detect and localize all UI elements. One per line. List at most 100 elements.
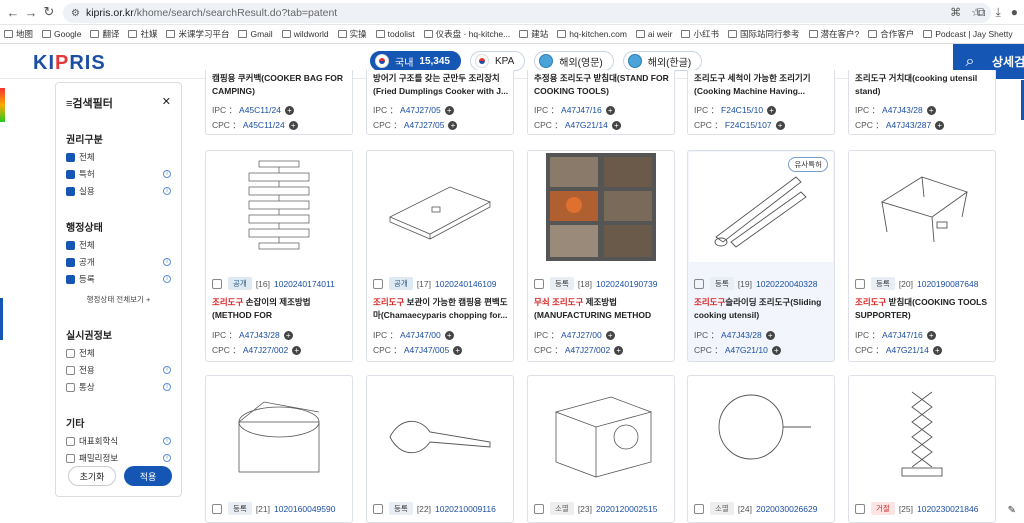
plus-icon[interactable]: + [771, 345, 781, 355]
filter-checkbox-row[interactable]: 패밀리정보 i [66, 452, 171, 464]
plus-icon[interactable]: + [288, 120, 298, 130]
plus-icon[interactable]: + [444, 330, 454, 340]
checkbox[interactable] [66, 382, 75, 392]
patent-card[interactable]: 소멸 [24] 2020030026629 [687, 375, 835, 523]
info-icon[interactable]: i [163, 366, 171, 374]
ipc-code[interactable]: A47J43/28 [721, 330, 762, 340]
kipris-logo[interactable]: KIPRIS [33, 52, 106, 75]
filter-checkbox-row[interactable]: 전체 [66, 151, 171, 163]
plus-icon[interactable]: + [292, 345, 302, 355]
patent-title[interactable]: 무쇠 조리도구 제조방법(MANUFACTURING METHOD OF... [534, 296, 670, 322]
ipc-code[interactable]: A47J43/28 [882, 105, 923, 115]
reload-icon[interactable]: ↻ [40, 4, 58, 20]
tab-1[interactable]: KPA [470, 51, 526, 71]
checkbox[interactable] [66, 257, 75, 267]
application-number[interactable]: 1020210009116 [435, 504, 496, 514]
plus-icon[interactable]: + [284, 105, 294, 115]
cpc-code[interactable]: A47G21/14 [565, 120, 608, 130]
reset-button[interactable]: 초기화 [68, 466, 116, 486]
select-checkbox[interactable] [694, 278, 704, 289]
plus-icon[interactable]: + [605, 105, 615, 115]
ipc-code[interactable]: A47J43/28 [239, 330, 280, 340]
patent-drawing[interactable] [368, 152, 512, 262]
select-checkbox[interactable] [855, 503, 865, 514]
bookmark-item[interactable]: hq-kitchen.com [557, 29, 627, 39]
patent-title[interactable]: 조리도구슬라이딩 조리도구(Sliding cooking utensil) [694, 296, 830, 322]
patent-card[interactable]: 유사특허 등록 [19] 1020220040328 조리도구슬라이딩 조리도구(Sli… [687, 150, 835, 362]
bookmark-item[interactable]: 地图 [4, 28, 33, 40]
info-icon[interactable]: i [163, 454, 171, 462]
profile-icon[interactable]: ● [1011, 5, 1018, 20]
info-icon[interactable]: i [163, 187, 171, 195]
ipc-code[interactable]: A47J27/05 [400, 105, 441, 115]
address-bar[interactable]: ⚙ kipris.or.kr/khome/search/searchResult… [63, 3, 991, 23]
tab-0[interactable]: 국내 15,345 [370, 51, 461, 71]
patent-title[interactable]: 조리도구 손잡이의 제조방법(METHOD FOR MANUFACTURING … [212, 296, 348, 322]
bookmark-item[interactable]: 小红书 [681, 28, 719, 40]
application-number[interactable]: 1020230021846 [917, 504, 978, 514]
similar-patent-badge[interactable]: 유사특허 [788, 157, 828, 172]
plus-icon[interactable]: + [935, 120, 945, 130]
patent-card[interactable]: 거절 [25] 1020230021846 [848, 375, 996, 523]
patent-card[interactable]: 소멸 [23] 2020120002515 [527, 375, 675, 523]
patent-drawing[interactable] [689, 377, 833, 487]
plus-icon[interactable]: + [444, 105, 454, 115]
select-checkbox[interactable] [534, 278, 544, 289]
filter-checkbox-row[interactable]: 통상 i [66, 381, 171, 393]
close-icon[interactable]: ✕ [162, 95, 171, 111]
bookmark-item[interactable]: 翻译 [90, 28, 119, 40]
select-checkbox[interactable] [212, 503, 222, 514]
plus-icon[interactable]: + [614, 345, 624, 355]
bookmark-item[interactable]: Podcast | Jay Shetty [923, 29, 1013, 39]
filter-checkbox-row[interactable]: 등록 i [66, 273, 171, 285]
cpc-code[interactable]: A47G21/14 [886, 345, 929, 355]
patent-drawing[interactable] [529, 377, 673, 487]
patent-card[interactable]: 방어기 구조를 갖는 군만두 조리장치(Fried Dumplings Cook… [366, 70, 514, 135]
info-icon[interactable]: i [163, 170, 171, 178]
apply-button[interactable]: 적용 [124, 466, 172, 486]
site-info-icon[interactable]: ⚙ [71, 8, 80, 19]
patent-card[interactable]: 공개 [17] 1020240146109 조리도구 보관이 가능한 캠핑용 편백도마… [366, 150, 514, 362]
patent-drawing[interactable] [368, 377, 512, 487]
filter-checkbox-row[interactable]: 특허 i [66, 168, 171, 180]
application-number[interactable]: 2020120002515 [596, 504, 657, 514]
ipc-code[interactable]: A47J47/00 [400, 330, 441, 340]
cpc-code[interactable]: A45C11/24 [243, 120, 285, 130]
info-icon[interactable]: i [163, 275, 171, 283]
plus-icon[interactable]: + [765, 330, 775, 340]
ipc-code[interactable]: A47J47/16 [882, 330, 923, 340]
cpc-code[interactable]: A47J27/002 [243, 345, 288, 355]
patent-card[interactable]: 등록 [20] 1020190087648 조리도구 받침대(COOKING TOOL… [848, 150, 996, 362]
application-number[interactable]: 1020220040328 [756, 279, 817, 289]
patent-card[interactable]: 추정용 조리도구 받침대(STAND FOR COOKING TOOLS) IPC… [527, 70, 675, 135]
plus-icon[interactable]: + [926, 105, 936, 115]
tab-3[interactable]: 해외(한글) [622, 51, 703, 71]
patent-drawing[interactable] [207, 377, 351, 487]
plus-icon[interactable]: + [611, 120, 621, 130]
patent-title[interactable]: 조리도구 받침대(COOKING TOOLS SUPPORTER) [855, 296, 991, 322]
patent-card[interactable]: 조리도구 거치대(cooking utensil stand) IPC ： A47J… [848, 70, 996, 135]
ipc-code[interactable]: F24C15/10 [721, 105, 763, 115]
extensions-icon[interactable]: ⧉ [977, 5, 986, 20]
select-checkbox[interactable] [373, 503, 383, 514]
application-number[interactable]: 1020190087648 [917, 279, 978, 289]
select-checkbox[interactable] [855, 278, 865, 289]
application-number[interactable]: 1020240190739 [596, 279, 657, 289]
plus-icon[interactable]: + [605, 330, 615, 340]
forward-icon[interactable]: → [22, 5, 40, 20]
select-checkbox[interactable] [694, 503, 704, 514]
patent-card[interactable]: 등록 [21] 1020160049590 [205, 375, 353, 523]
patent-title[interactable]: 조리도구 보관이 가능한 캠핑용 편백도마(Chamaecyparis chop… [373, 296, 509, 322]
plus-icon[interactable]: + [283, 330, 293, 340]
patent-card[interactable]: 조리도구 세척이 가능한 조리기기(Cooking Machine Having… [687, 70, 835, 135]
plus-icon[interactable]: + [448, 120, 458, 130]
view-all-status-link[interactable]: 행정상태 전체보기 + [66, 294, 171, 305]
checkbox[interactable] [66, 169, 75, 179]
checkbox[interactable] [66, 152, 75, 162]
plus-icon[interactable]: + [926, 330, 936, 340]
filter-checkbox-row[interactable]: 대표회학식 i [66, 435, 171, 447]
download-icon[interactable]: ⤓ [995, 5, 1000, 20]
bookmark-item[interactable]: 建站 [519, 28, 548, 40]
bookmark-item[interactable]: 米课学习平台 [166, 28, 229, 40]
filter-checkbox-row[interactable]: 공개 i [66, 256, 171, 268]
